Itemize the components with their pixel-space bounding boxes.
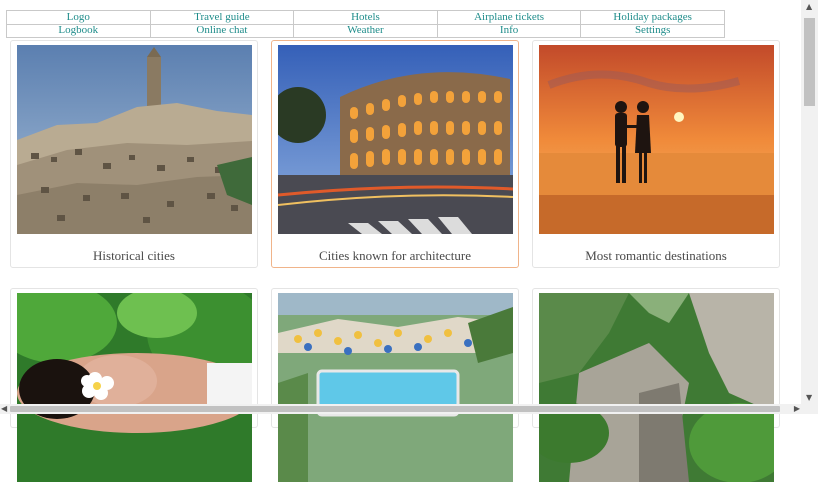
nav-logo[interactable]: Logo (6, 10, 151, 25)
hilltop-stone-town-photo (17, 45, 252, 234)
nav-weather[interactable]: Weather (294, 24, 438, 38)
nav-holiday-packages[interactable]: Holiday packages (581, 10, 725, 25)
card-caption: Historical cities (93, 248, 175, 263)
destination-card-architecture[interactable]: Cities known for architecture (271, 40, 519, 268)
vertical-scroll-thumb[interactable] (804, 18, 815, 106)
nav-online-chat[interactable]: Online chat (150, 24, 295, 38)
couple-at-sunset-beach-photo (539, 45, 774, 234)
horizontal-scrollbar[interactable]: ◀ ▶ (0, 404, 801, 414)
colosseum-at-dusk-photo (278, 45, 513, 234)
nav-airplane-tickets[interactable]: Airplane tickets (437, 10, 582, 25)
destination-card-romantic[interactable]: Most romantic destinations (532, 40, 780, 268)
right-arrow-icon[interactable]: ▶ (794, 404, 800, 413)
nav-logbook[interactable]: Logbook (6, 24, 151, 38)
nav-row-1: Logo Travel guide Hotels Airplane ticket… (6, 10, 725, 25)
nav-settings[interactable]: Settings (581, 24, 725, 38)
scrollbar-corner (801, 404, 818, 414)
horizontal-scroll-thumb[interactable] (10, 406, 780, 412)
nav-row-2: Logbook Online chat Weather Info Setting… (6, 24, 725, 38)
vertical-scrollbar[interactable]: ▲ ▼ (801, 0, 818, 404)
down-arrow-icon[interactable]: ▼ (806, 393, 812, 402)
nav-travel-guide[interactable]: Travel guide (150, 10, 295, 25)
spa-woman-with-flower-photo (17, 293, 252, 482)
top-navigation: Logo Travel guide Hotels Airplane ticket… (6, 10, 725, 38)
card-caption: Most romantic destinations (585, 248, 727, 263)
card-caption: Cities known for architecture (319, 248, 471, 263)
nav-info[interactable]: Info (437, 24, 582, 38)
nav-hotels[interactable]: Hotels (294, 10, 438, 25)
up-arrow-icon[interactable]: ▲ (806, 2, 812, 11)
destination-card-historical-cities[interactable]: Historical cities (10, 40, 258, 268)
water-park-pool-photo (278, 293, 513, 482)
mountain-gorge-photo (539, 293, 774, 482)
left-arrow-icon[interactable]: ◀ (1, 404, 7, 413)
